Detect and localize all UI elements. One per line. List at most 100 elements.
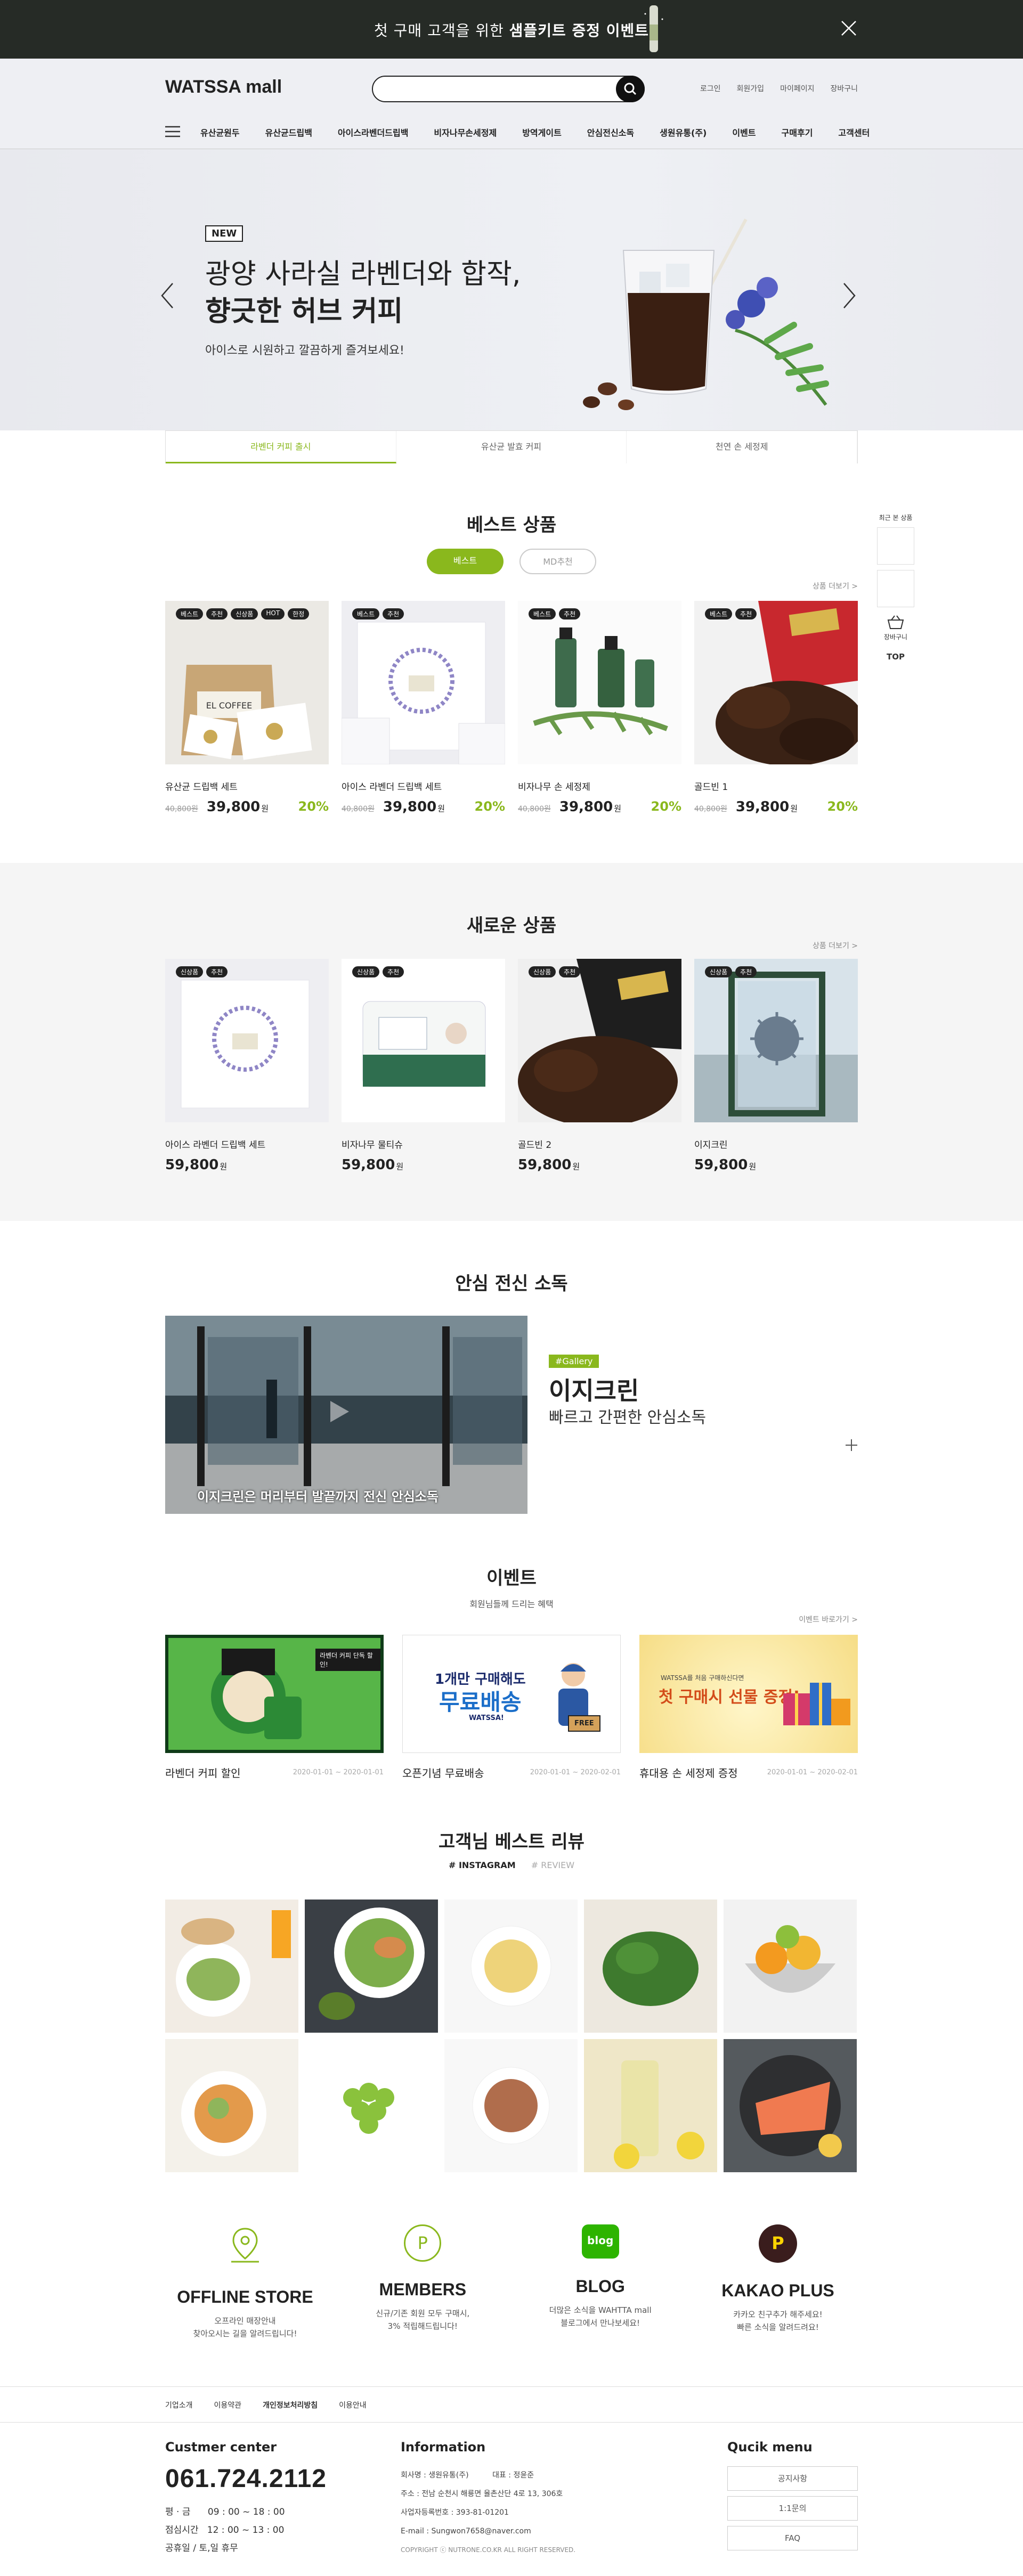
event-card[interactable]: 1개만 구매해도 무료배송 WATSSA! FREE 오픈기념 무료배송 202… [402, 1635, 621, 1780]
new-more-link[interactable]: 상품 더보기 > [813, 940, 858, 951]
event-title[interactable]: 라벤더 커피 할인 [165, 1765, 241, 1780]
signup-link[interactable]: 회원가입 [737, 83, 765, 94]
events-more-link[interactable]: 이벤트 바로가기 > [799, 1614, 858, 1625]
instagram-photo[interactable] [584, 1900, 717, 2033]
nav-item-company[interactable]: 생원유통(주) [660, 126, 707, 138]
product-image[interactable]: 베스트 추천 [342, 601, 505, 764]
hero-title: 광양 사라실 라벤더와 합작, 향긋한 허브 커피 [205, 258, 521, 328]
plus-icon[interactable] [845, 1438, 858, 1452]
best-pill[interactable]: 베스트 [427, 549, 504, 574]
badge: 베스트 [705, 608, 733, 619]
tab-lavender-coffee[interactable]: 라벤더 커피 출시 [166, 431, 396, 463]
event-title[interactable]: 오픈기념 무료배송 [402, 1765, 484, 1780]
hero-slider: NEW 광양 사라실 라벤더와 합작, 향긋한 허브 커피 아이스로 시원하고 깔… [0, 149, 1023, 430]
product-name[interactable]: 골드빈 1 [694, 779, 858, 793]
search-input[interactable] [372, 76, 645, 102]
product-card[interactable]: 베스트 추천 비자나무 손 세정제 40,800원 39,800 원 20% [518, 601, 681, 815]
prev-slide-arrow-icon[interactable] [160, 282, 175, 309]
md-pick-pill[interactable]: MD추천 [519, 549, 596, 574]
product-image[interactable]: 신상품 추천 [694, 959, 858, 1122]
offline-store-card[interactable]: OFFLINE STORE 오프라인 매장안내 찾아오시는 길을 알려드립니다! [165, 2224, 325, 2340]
event-banner[interactable]: 1개만 구매해도 무료배송 WATSSA! FREE [402, 1635, 621, 1753]
product-name[interactable]: 비자나무 물티슈 [342, 1137, 505, 1151]
instagram-photo[interactable] [724, 2039, 857, 2172]
mypage-link[interactable]: 마이페이지 [780, 83, 814, 94]
instagram-photo[interactable] [305, 1900, 438, 2033]
tab-hand-cleaner[interactable]: 천연 손 세정제 [627, 431, 858, 463]
instagram-photo[interactable] [165, 1900, 298, 2033]
product-card[interactable]: 베스트 추천 아이스 라벤더 드립백 세트 40,800원 39,800 원 20… [342, 601, 505, 815]
instagram-photo[interactable] [444, 1900, 578, 2033]
gallery-product-name: 이지크린 [549, 1376, 639, 1405]
blog-card[interactable]: blog BLOG 더많은 소식을 WAHTTA mall 블로그에서 만나보세… [521, 2224, 680, 2340]
instagram-photo[interactable] [165, 2039, 298, 2172]
tab-review[interactable]: # REVIEW [531, 1860, 574, 1870]
basket-icon[interactable] [885, 615, 906, 631]
product-image[interactable]: 베스트 추천 [694, 601, 858, 764]
product-badges: 베스트 추천 신상품 HOT 한정 [176, 608, 310, 619]
recent-product-slot[interactable] [877, 527, 914, 565]
instagram-photo[interactable] [305, 2039, 438, 2172]
nav-item-reviews[interactable]: 구매후기 [782, 126, 813, 138]
tab-probiotic-coffee[interactable]: 유산균 발효 커피 [396, 431, 627, 463]
nav-item-ice-lavender[interactable]: 아이스라벤더드립백 [338, 126, 408, 138]
product-card[interactable]: 신상품 추천 비자나무 물티슈 59,800 원 [342, 959, 505, 1173]
product-name[interactable]: 아이스 라벤더 드립백 세트 [342, 779, 505, 793]
kakao-plus-card[interactable]: P KAKAO PLUS 카카오 친구추가 해주세요! 빠른 소식을 알려드려요… [698, 2224, 858, 2340]
login-link[interactable]: 로그인 [700, 83, 721, 94]
inquiry-button[interactable]: 1:1문의 [727, 2496, 858, 2521]
product-card[interactable]: 신상품 추천 이지크린 59,800 원 [694, 959, 858, 1173]
event-title[interactable]: 휴대용 손 세정제 증정 [639, 1765, 738, 1780]
top-promo-banner[interactable]: 첫 구매 고객을 위한 샘플키트 증정 이벤트 [0, 0, 1023, 59]
instagram-photo[interactable] [444, 2039, 578, 2172]
cart-label[interactable]: 장바구니 [877, 632, 914, 641]
close-icon[interactable] [840, 19, 858, 37]
site-logo[interactable]: WATSSA mall [165, 77, 282, 97]
nav-item-disinfection[interactable]: 안심전신소독 [587, 126, 634, 138]
product-image[interactable]: 신상품 추천 [165, 959, 329, 1122]
product-name[interactable]: 비자나무 손 세정제 [518, 779, 681, 793]
faq-button[interactable]: FAQ [727, 2526, 858, 2550]
footer-link-guide[interactable]: 이용안내 [339, 2400, 367, 2410]
nav-item-probiotic-dripbag[interactable]: 유산균드립백 [265, 126, 312, 138]
product-name[interactable]: 골드빈 2 [518, 1137, 681, 1151]
tab-instagram[interactable]: # INSTAGRAM [449, 1860, 516, 1870]
product-name[interactable]: 유산균 드립백 세트 [165, 779, 329, 793]
search-button[interactable] [616, 76, 645, 102]
instagram-photo[interactable] [584, 2039, 717, 2172]
notice-button[interactable]: 공지사항 [727, 2466, 858, 2491]
product-name[interactable]: 이지크린 [694, 1137, 858, 1151]
promo-video[interactable]: 이지크린은 머리부터 발끝까지 전신 안심소독 [165, 1316, 527, 1514]
product-name[interactable]: 아이스 라벤더 드립백 세트 [165, 1137, 329, 1151]
nav-item-probiotic-beans[interactable]: 유산균원두 [200, 126, 240, 138]
instagram-photo[interactable] [724, 1900, 857, 2033]
product-image[interactable]: 베스트 추천 [518, 601, 681, 764]
badge: 추천 [735, 966, 757, 977]
event-card[interactable]: 라벤더 커피 단독 할인! 라벤더 커피 할인 2020-01-01 ~ 202… [165, 1635, 384, 1780]
footer-link-company[interactable]: 기업소개 [165, 2400, 193, 2410]
product-image[interactable]: EL COFFEE 베스트 추천 신상품 HOT 한정 [165, 601, 329, 764]
product-image[interactable]: 신상품 추천 [518, 959, 681, 1122]
members-card[interactable]: P MEMBERS 신규/기존 회원 모두 구매시, 3% 적립해드립니다! [343, 2224, 502, 2340]
event-card[interactable]: WATSSA를 처음 구매하신다면 첫 구매시 선물 증정! 휴대용 손 세정제… [639, 1635, 858, 1780]
product-card[interactable]: EL COFFEE 베스트 추천 신상품 HOT 한정 유산균 드립백 세트 4… [165, 601, 329, 815]
new-badge: NEW [205, 225, 243, 242]
product-card[interactable]: 베스트 추천 골드빈 1 40,800원 39,800 원 20% [694, 601, 858, 815]
blog-title: BLOG [575, 2277, 625, 2296]
recent-product-slot[interactable] [877, 570, 914, 607]
best-more-link[interactable]: 상품 더보기 > [813, 581, 858, 591]
footer-link-privacy[interactable]: 개인정보처리방침 [263, 2400, 318, 2410]
nav-item-support[interactable]: 고객센터 [838, 126, 870, 138]
product-image[interactable]: 신상품 추천 [342, 959, 505, 1122]
cart-link[interactable]: 장바구니 [830, 83, 858, 94]
event-banner[interactable]: 라벤더 커피 단독 할인! [165, 1635, 384, 1753]
nav-item-hand-sanitizer[interactable]: 비자나무손세정제 [434, 126, 497, 138]
hamburger-menu-icon[interactable] [165, 126, 180, 137]
top-button[interactable]: TOP [877, 652, 914, 662]
nav-item-gate[interactable]: 방역게이트 [522, 126, 562, 138]
nav-item-event[interactable]: 이벤트 [732, 126, 756, 138]
product-card[interactable]: 신상품 추천 아이스 라벤더 드립백 세트 59,800 원 [165, 959, 329, 1173]
product-card[interactable]: 신상품 추천 골드빈 2 59,800 원 [518, 959, 681, 1173]
footer-link-terms[interactable]: 이용약관 [214, 2400, 242, 2410]
event-banner[interactable]: WATSSA를 처음 구매하신다면 첫 구매시 선물 증정! [639, 1635, 858, 1753]
